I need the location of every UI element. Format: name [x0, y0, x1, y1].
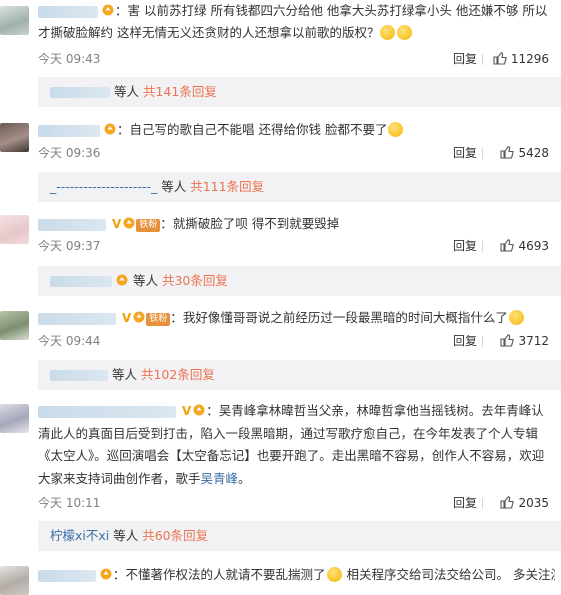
user-level-icon	[133, 311, 145, 323]
emoji-icon	[388, 122, 404, 137]
reply-button[interactable]: 回复	[453, 331, 477, 351]
reply-button[interactable]: 回复	[453, 236, 477, 256]
username[interactable]	[38, 405, 176, 418]
comment-body: ：自己写的歌自己不能唱 还得给你钱 脸都不要了	[38, 119, 555, 141]
comment-meta: 今天 09:44 回复 3712	[38, 331, 549, 351]
avatar[interactable]	[0, 6, 29, 35]
mention-link[interactable]: 吴青峰	[201, 471, 239, 486]
more-label: 等人	[113, 528, 139, 543]
avatar[interactable]	[0, 311, 29, 340]
more-replies[interactable]: _---------------------_ 等人 共111条回复	[38, 172, 561, 202]
replier-username[interactable]	[50, 370, 108, 381]
comment-body: ：害 以前苏打绿 所有钱都四六分给他 他拿大头苏打绿拿小头 他还嫌不够 所以才撕…	[38, 3, 548, 40]
pray-emoji-icon	[326, 567, 342, 582]
thumbs-up-icon	[500, 239, 515, 252]
thumbs-up-icon	[500, 334, 515, 347]
username[interactable]	[38, 5, 98, 18]
fan-badge: 铁粉	[136, 219, 161, 232]
replier-username[interactable]	[50, 276, 112, 287]
comment-text: 自己写的歌自己不能唱 还得给你钱 脸都不要了	[129, 122, 388, 137]
timestamp: 今天 09:44	[38, 334, 101, 348]
comment-meta: 今天 10:11 回复 2035	[38, 493, 549, 513]
divider	[482, 148, 483, 159]
user-level-icon	[104, 123, 116, 135]
grin-emoji-icon	[380, 25, 396, 40]
timestamp: 今天 09:36	[38, 146, 101, 160]
view-replies-link[interactable]: 共102条回复	[141, 367, 215, 382]
view-replies-link[interactable]: 共111条回复	[190, 179, 264, 194]
divider	[482, 54, 483, 65]
user-level-icon	[193, 404, 205, 416]
comment-meta: 今天 09:37 回复 4693	[38, 236, 549, 256]
thumbs-up-icon	[493, 52, 507, 65]
comment-text: 就撕破脸了呗 得不到就要毁掉	[172, 216, 340, 231]
divider	[482, 336, 483, 347]
comment-meta: 今天 09:43 回复 11296	[38, 49, 549, 69]
comment-body: V 铁粉 ：我好像懂哥哥说之前经历过一段最黑暗的时间大概指什么了	[38, 307, 555, 329]
divider	[482, 241, 483, 252]
replier-username[interactable]	[50, 87, 110, 98]
reply-button[interactable]: 回复	[453, 493, 477, 513]
like-button[interactable]: 5428	[500, 143, 549, 163]
view-replies-link[interactable]: 共60条回复	[142, 528, 208, 543]
verified-v-icon: V	[111, 217, 122, 231]
like-button[interactable]: 2035	[500, 493, 549, 513]
like-button[interactable]: 3712	[500, 331, 549, 351]
username[interactable]	[38, 218, 106, 231]
replier-username[interactable]: _---------------------_	[50, 179, 157, 194]
like-button[interactable]: 11296	[493, 49, 549, 69]
comment-text: 我好像懂哥哥说之前经历过一段最黑暗的时间大概指什么了	[182, 310, 508, 325]
avatar[interactable]	[0, 215, 29, 244]
verified-v-icon: V	[121, 311, 132, 325]
more-replies[interactable]: 等人 共102条回复	[38, 360, 561, 390]
verified-v-icon: V	[181, 404, 192, 418]
thumbs-up-icon	[500, 496, 515, 509]
user-level-icon	[102, 4, 114, 16]
user-level-icon	[123, 217, 135, 229]
more-label: 等人	[132, 273, 158, 288]
divider	[482, 498, 483, 509]
comment-body: V 铁粉 ：就撕破脸了呗 得不到就要毁掉	[38, 213, 555, 235]
timestamp: 今天 09:43	[38, 52, 101, 66]
like-count: 5428	[518, 146, 549, 160]
comment-text-tail: 相关程序交给司法交给公司。 多关注演	[342, 567, 555, 582]
more-label: 等人	[113, 84, 139, 99]
avatar[interactable]	[0, 404, 29, 433]
comment-body: ：不懂著作权法的人就请不要乱揣测了 相关程序交给司法交给公司。 多关注演	[38, 564, 555, 586]
username[interactable]	[38, 124, 100, 137]
like-count: 11296	[510, 52, 549, 66]
thumbs-up-icon	[500, 146, 515, 159]
user-level-icon	[100, 568, 112, 580]
reply-button[interactable]: 回复	[453, 49, 477, 69]
like-count: 4693	[518, 239, 549, 253]
replier-username[interactable]: 柠檬xi不xi	[50, 528, 109, 543]
like-count: 3712	[518, 334, 549, 348]
more-replies[interactable]: 柠檬xi不xi 等人 共60条回复	[38, 521, 561, 551]
comment-text: 不懂著作权法的人就请不要乱揣测了	[125, 567, 326, 582]
timestamp: 今天 10:11	[38, 496, 101, 510]
view-replies-link[interactable]: 共141条回复	[143, 84, 217, 99]
comment-meta: 今天 09:36 回复 5428	[38, 143, 549, 163]
more-replies[interactable]: 等人 共30条回复	[38, 266, 561, 296]
timestamp: 今天 09:37	[38, 239, 101, 253]
user-level-icon	[116, 274, 128, 286]
avatar[interactable]	[0, 123, 29, 152]
username[interactable]	[38, 569, 96, 582]
more-label: 等人	[161, 179, 187, 194]
grin-emoji-icon	[397, 25, 413, 40]
like-button[interactable]: 4693	[500, 236, 549, 256]
comment-text-end: 。	[238, 470, 251, 486]
view-replies-link[interactable]: 共30条回复	[162, 273, 228, 288]
sad-emoji-icon	[508, 310, 524, 325]
username[interactable]	[38, 312, 116, 325]
more-label: 等人	[111, 367, 137, 382]
like-count: 2035	[518, 496, 549, 510]
fan-badge: 铁粉	[146, 313, 171, 326]
reply-button[interactable]: 回复	[453, 143, 477, 163]
more-replies[interactable]: 等人 共141条回复	[38, 77, 561, 107]
comment-body: V ：吴青峰拿林暐哲当父亲，林暐哲拿他当摇钱树。去年青峰认清此人的真面目后受到打击…	[38, 400, 555, 490]
avatar[interactable]	[0, 566, 29, 595]
